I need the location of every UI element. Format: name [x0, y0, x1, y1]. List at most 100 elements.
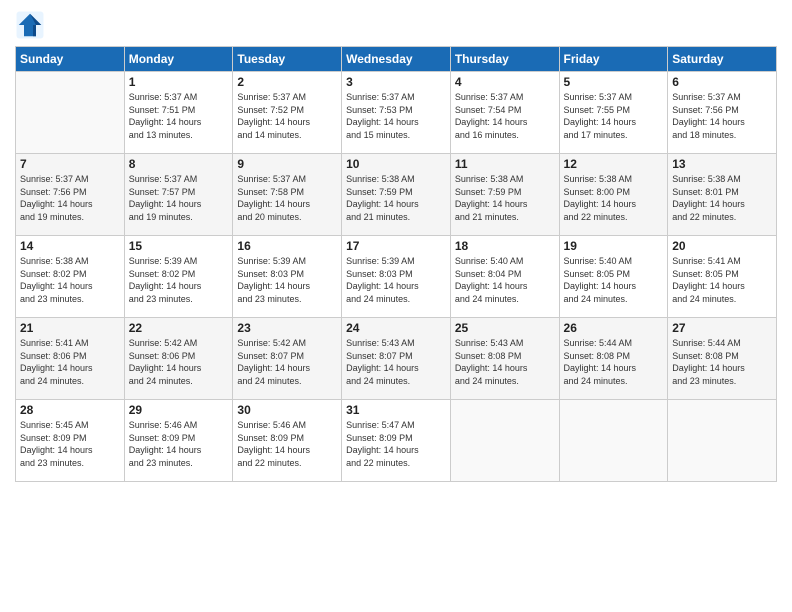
day-info: Sunrise: 5:44 AM Sunset: 8:08 PM Dayligh…	[672, 337, 772, 387]
calendar-cell: 12Sunrise: 5:38 AM Sunset: 8:00 PM Dayli…	[559, 154, 668, 236]
day-number: 29	[129, 403, 229, 417]
calendar-cell: 29 Sunrise: 5:46 AM Sunset: 8:09 PM Dayli…	[124, 400, 233, 482]
day-info: Sunrise: 5:45 AM Sunset: 8:09 PM Dayligh…	[20, 419, 120, 469]
day-number: 23	[237, 321, 337, 335]
day-number: 27	[672, 321, 772, 335]
weekday-row: SundayMondayTuesdayWednesdayThursdayFrid…	[16, 47, 777, 72]
day-number: 3	[346, 75, 446, 89]
day-info: Sunrise: 5:41 AM Sunset: 8:06 PM Dayligh…	[20, 337, 120, 387]
day-info: Sunrise: 5:39 AM Sunset: 8:03 PM Dayligh…	[237, 255, 337, 305]
weekday-header-tuesday: Tuesday	[233, 47, 342, 72]
day-number: 4	[455, 75, 555, 89]
day-info: Sunrise: 5:47 AM Sunset: 8:09 PM Dayligh…	[346, 419, 446, 469]
day-info: Sunrise: 5:38 AM Sunset: 8:02 PM Dayligh…	[20, 255, 120, 305]
day-number: 14	[20, 239, 120, 253]
calendar-cell: 21 Sunrise: 5:41 AM Sunset: 8:06 PM Dayli…	[16, 318, 125, 400]
day-number: 26	[564, 321, 664, 335]
day-info: Sunrise: 5:46 AM Sunset: 8:09 PM Dayligh…	[237, 419, 337, 469]
day-number: 7	[20, 157, 120, 171]
day-number: 22	[129, 321, 229, 335]
day-number: 2	[237, 75, 337, 89]
calendar-cell: 2 Sunrise: 5:37 AM Sunset: 7:52 PM Daylig…	[233, 72, 342, 154]
day-number: 13	[672, 157, 772, 171]
calendar-cell: 20 Sunrise: 5:41 AM Sunset: 8:05 PM Dayli…	[668, 236, 777, 318]
weekday-header-saturday: Saturday	[668, 47, 777, 72]
calendar-cell: 30 Sunrise: 5:46 AM Sunset: 8:09 PM Dayli…	[233, 400, 342, 482]
day-number: 9	[237, 157, 337, 171]
calendar-cell	[16, 72, 125, 154]
day-number: 6	[672, 75, 772, 89]
calendar-cell: 10 Sunrise: 5:38 AM Sunset: 7:59 PM Dayli…	[342, 154, 451, 236]
header	[15, 10, 777, 40]
day-info: Sunrise: 5:37 AM Sunset: 7:58 PM Dayligh…	[237, 173, 337, 223]
calendar-cell: 22 Sunrise: 5:42 AM Sunset: 8:06 PM Dayli…	[124, 318, 233, 400]
day-number: 30	[237, 403, 337, 417]
day-info: Sunrise: 5:37 AM Sunset: 7:54 PM Dayligh…	[455, 91, 555, 141]
calendar-cell: 16Sunrise: 5:39 AM Sunset: 8:03 PM Dayli…	[233, 236, 342, 318]
calendar-cell: 28 Sunrise: 5:45 AM Sunset: 8:09 PM Dayli…	[16, 400, 125, 482]
day-info: Sunrise: 5:39 AM Sunset: 8:03 PM Dayligh…	[346, 255, 446, 305]
day-info: Sunrise: 5:41 AM Sunset: 8:05 PM Dayligh…	[672, 255, 772, 305]
week-row-3: 14 Sunrise: 5:38 AM Sunset: 8:02 PM Dayli…	[16, 236, 777, 318]
week-row-2: 7 Sunrise: 5:37 AM Sunset: 7:56 PM Daylig…	[16, 154, 777, 236]
day-info: Sunrise: 5:46 AM Sunset: 8:09 PM Dayligh…	[129, 419, 229, 469]
day-number: 31	[346, 403, 446, 417]
day-info: Sunrise: 5:39 AM Sunset: 8:02 PM Dayligh…	[129, 255, 229, 305]
calendar-cell: 4 Sunrise: 5:37 AM Sunset: 7:54 PM Daylig…	[450, 72, 559, 154]
day-number: 21	[20, 321, 120, 335]
day-number: 28	[20, 403, 120, 417]
calendar-cell: 25Sunrise: 5:43 AM Sunset: 8:08 PM Dayli…	[450, 318, 559, 400]
calendar-cell: 19 Sunrise: 5:40 AM Sunset: 8:05 PM Dayli…	[559, 236, 668, 318]
calendar-cell: 8Sunrise: 5:37 AM Sunset: 7:57 PM Daylig…	[124, 154, 233, 236]
week-row-5: 28 Sunrise: 5:45 AM Sunset: 8:09 PM Dayli…	[16, 400, 777, 482]
day-info: Sunrise: 5:37 AM Sunset: 7:56 PM Dayligh…	[672, 91, 772, 141]
weekday-header-wednesday: Wednesday	[342, 47, 451, 72]
day-number: 18	[455, 239, 555, 253]
day-info: Sunrise: 5:40 AM Sunset: 8:05 PM Dayligh…	[564, 255, 664, 305]
week-row-4: 21 Sunrise: 5:41 AM Sunset: 8:06 PM Dayli…	[16, 318, 777, 400]
day-info: Sunrise: 5:37 AM Sunset: 7:53 PM Dayligh…	[346, 91, 446, 141]
weekday-header-monday: Monday	[124, 47, 233, 72]
logo-icon	[15, 10, 45, 40]
day-number: 11	[455, 157, 555, 171]
day-info: Sunrise: 5:37 AM Sunset: 7:52 PM Dayligh…	[237, 91, 337, 141]
day-info: Sunrise: 5:37 AM Sunset: 7:56 PM Dayligh…	[20, 173, 120, 223]
day-info: Sunrise: 5:38 AM Sunset: 8:01 PM Dayligh…	[672, 173, 772, 223]
calendar-cell: 13 Sunrise: 5:38 AM Sunset: 8:01 PM Dayli…	[668, 154, 777, 236]
calendar-cell: 1Sunrise: 5:37 AM Sunset: 7:51 PM Daylig…	[124, 72, 233, 154]
calendar-cell: 15 Sunrise: 5:39 AM Sunset: 8:02 PM Dayli…	[124, 236, 233, 318]
calendar-cell: 26 Sunrise: 5:44 AM Sunset: 8:08 PM Dayli…	[559, 318, 668, 400]
calendar-cell: 11Sunrise: 5:38 AM Sunset: 7:59 PM Dayli…	[450, 154, 559, 236]
calendar-cell: 9 Sunrise: 5:37 AM Sunset: 7:58 PM Daylig…	[233, 154, 342, 236]
calendar-cell: 6 Sunrise: 5:37 AM Sunset: 7:56 PM Daylig…	[668, 72, 777, 154]
day-number: 15	[129, 239, 229, 253]
day-number: 17	[346, 239, 446, 253]
weekday-header-thursday: Thursday	[450, 47, 559, 72]
day-info: Sunrise: 5:44 AM Sunset: 8:08 PM Dayligh…	[564, 337, 664, 387]
day-number: 19	[564, 239, 664, 253]
day-number: 5	[564, 75, 664, 89]
calendar-cell	[668, 400, 777, 482]
day-info: Sunrise: 5:42 AM Sunset: 8:06 PM Dayligh…	[129, 337, 229, 387]
weekday-header-friday: Friday	[559, 47, 668, 72]
calendar-cell: 24Sunrise: 5:43 AM Sunset: 8:07 PM Dayli…	[342, 318, 451, 400]
day-number: 1	[129, 75, 229, 89]
calendar-header: SundayMondayTuesdayWednesdayThursdayFrid…	[16, 47, 777, 72]
calendar-cell	[450, 400, 559, 482]
day-number: 8	[129, 157, 229, 171]
calendar-cell	[559, 400, 668, 482]
weekday-header-sunday: Sunday	[16, 47, 125, 72]
day-info: Sunrise: 5:43 AM Sunset: 8:08 PM Dayligh…	[455, 337, 555, 387]
calendar-cell: 3 Sunrise: 5:37 AM Sunset: 7:53 PM Daylig…	[342, 72, 451, 154]
calendar-cell: 27 Sunrise: 5:44 AM Sunset: 8:08 PM Dayli…	[668, 318, 777, 400]
calendar-cell: 17 Sunrise: 5:39 AM Sunset: 8:03 PM Dayli…	[342, 236, 451, 318]
day-info: Sunrise: 5:42 AM Sunset: 8:07 PM Dayligh…	[237, 337, 337, 387]
page: SundayMondayTuesdayWednesdayThursdayFrid…	[0, 0, 792, 612]
calendar-body: 1Sunrise: 5:37 AM Sunset: 7:51 PM Daylig…	[16, 72, 777, 482]
day-info: Sunrise: 5:37 AM Sunset: 7:55 PM Dayligh…	[564, 91, 664, 141]
logo	[15, 10, 49, 40]
day-info: Sunrise: 5:38 AM Sunset: 7:59 PM Dayligh…	[346, 173, 446, 223]
day-number: 20	[672, 239, 772, 253]
day-info: Sunrise: 5:38 AM Sunset: 8:00 PM Dayligh…	[564, 173, 664, 223]
day-number: 10	[346, 157, 446, 171]
